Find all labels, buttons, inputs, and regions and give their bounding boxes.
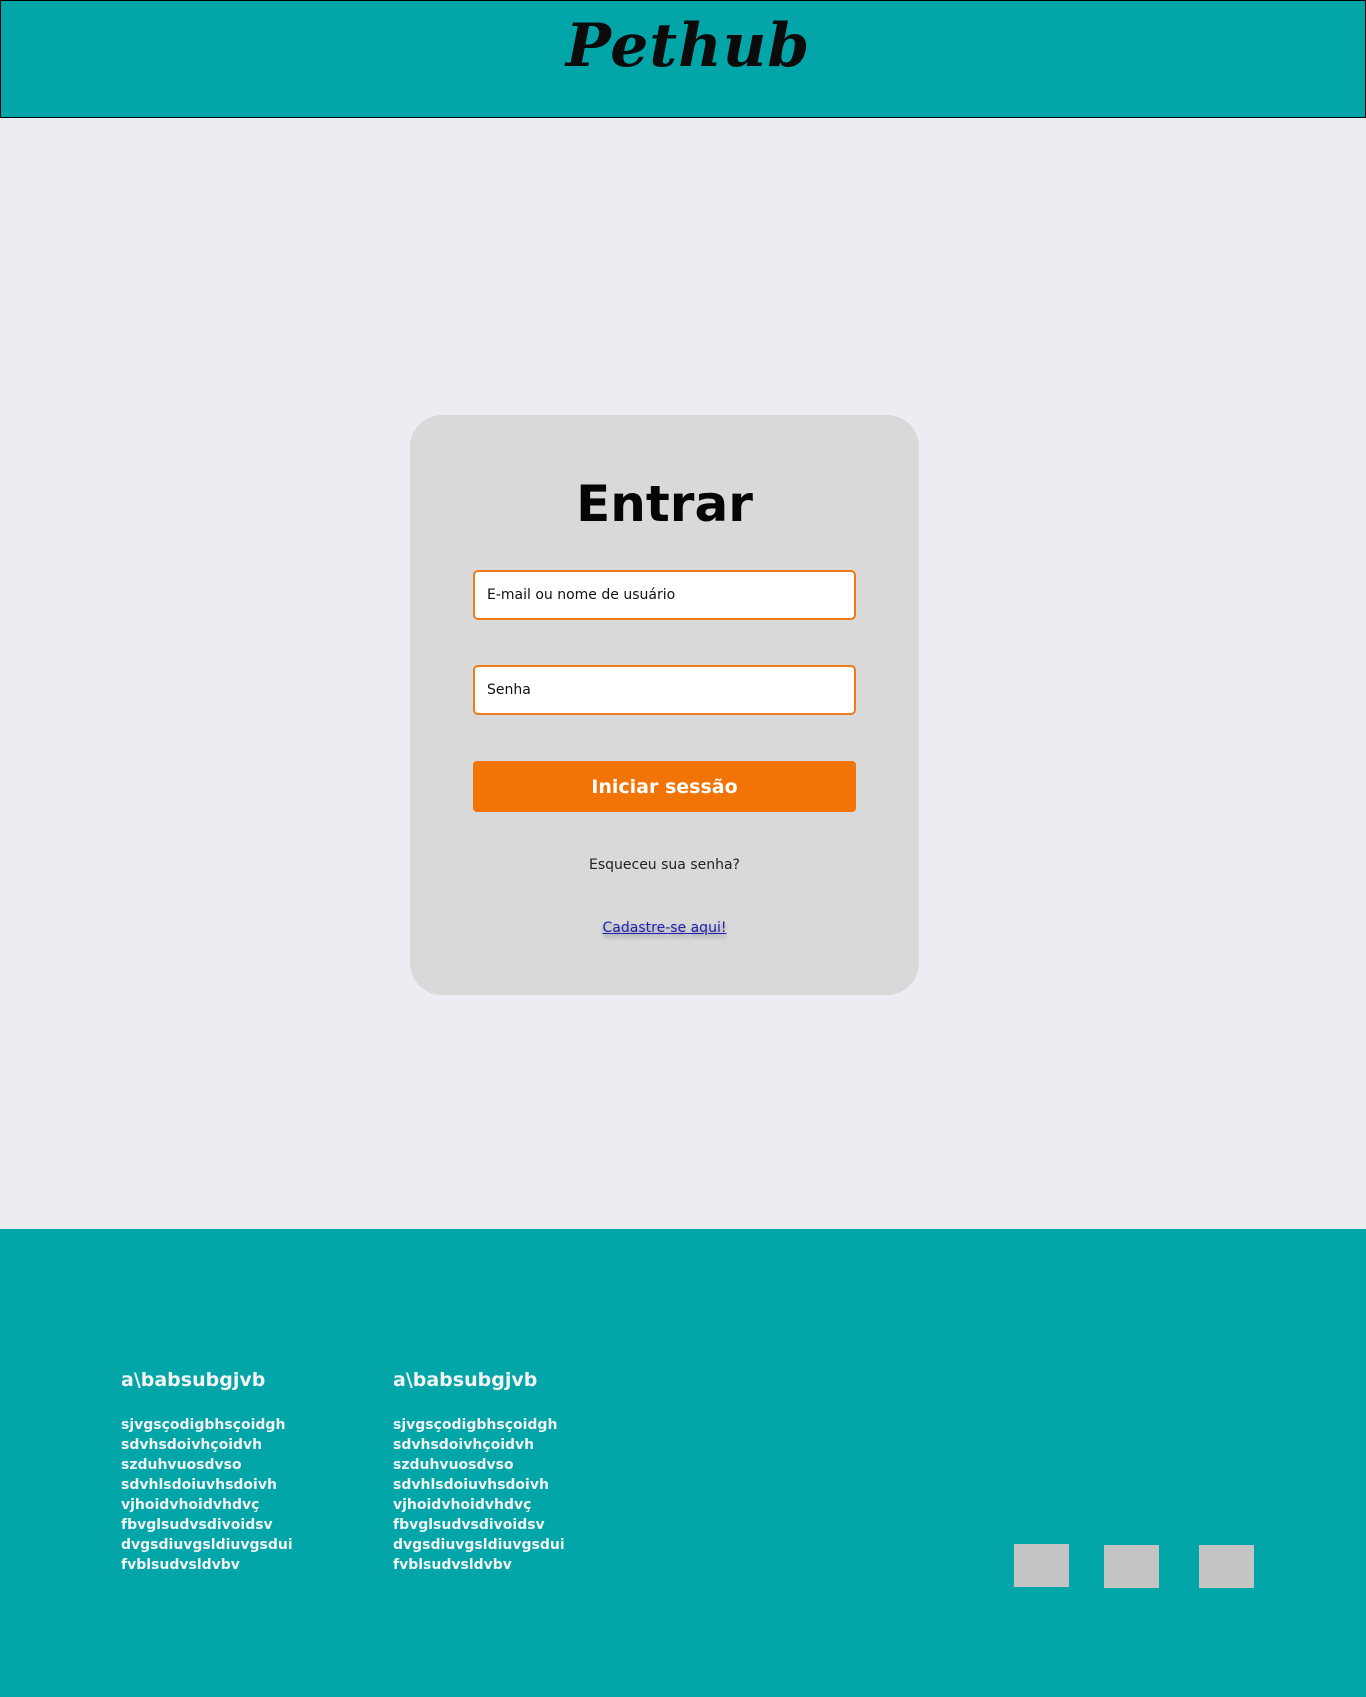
- footer-link[interactable]: fbvglsudvsdivoidsv: [393, 1515, 565, 1535]
- footer-link[interactable]: dvgsdiuvgsldiuvgsdui: [393, 1535, 565, 1555]
- login-card: Entrar Iniciar sessão Esqueceu sua senha…: [410, 415, 919, 995]
- social-placeholder-icon[interactable]: [1199, 1545, 1254, 1588]
- social-placeholder-icon[interactable]: [1014, 1544, 1069, 1587]
- login-button[interactable]: Iniciar sessão: [473, 761, 856, 812]
- email-username-input[interactable]: [473, 570, 856, 620]
- footer-link[interactable]: fvblsudvsldvbv: [393, 1555, 565, 1575]
- footer-link[interactable]: fbvglsudvsdivoidsv: [121, 1515, 293, 1535]
- footer-column-2: a\babsubgjvb sjvgsçodigbhsçoidgh sdvhsdo…: [393, 1369, 565, 1575]
- footer-link[interactable]: szduhvuosdvso: [393, 1455, 565, 1475]
- footer-column-heading: a\babsubgjvb: [393, 1369, 538, 1391]
- footer-link[interactable]: vjhoidvhoidvhdvç: [121, 1495, 293, 1515]
- footer-column-heading: a\babsubgjvb: [121, 1369, 266, 1391]
- footer-link[interactable]: sdvhlsdoiuvhsdoivh: [393, 1475, 565, 1495]
- site-header: Pethub: [0, 0, 1366, 118]
- footer-link-list: sjvgsçodigbhsçoidgh sdvhsdoivhçoidvh szd…: [393, 1415, 565, 1575]
- social-placeholder-icon[interactable]: [1104, 1545, 1159, 1588]
- password-input[interactable]: [473, 665, 856, 715]
- login-title: Entrar: [576, 475, 753, 533]
- site-footer: a\babsubgjvb sjvgsçodigbhsçoidgh sdvhsdo…: [0, 1229, 1366, 1697]
- footer-link-list: sjvgsçodigbhsçoidgh sdvhsdoivhçoidvh szd…: [121, 1415, 293, 1575]
- footer-link[interactable]: vjhoidvhoidvhdvç: [393, 1495, 565, 1515]
- footer-link[interactable]: sdvhsdoivhçoidvh: [393, 1435, 565, 1455]
- main-content: Entrar Iniciar sessão Esqueceu sua senha…: [0, 118, 1366, 1229]
- signup-link[interactable]: Cadastre-se aqui!: [603, 920, 727, 936]
- footer-link[interactable]: sdvhlsdoiuvhsdoivh: [121, 1475, 293, 1495]
- footer-link[interactable]: sjvgsçodigbhsçoidgh: [393, 1415, 565, 1435]
- footer-link[interactable]: sdvhsdoivhçoidvh: [121, 1435, 293, 1455]
- logo[interactable]: Pethub: [1, 11, 1365, 81]
- footer-link[interactable]: dvgsdiuvgsldiuvgsdui: [121, 1535, 293, 1555]
- footer-column-1: a\babsubgjvb sjvgsçodigbhsçoidgh sdvhsdo…: [121, 1369, 293, 1575]
- footer-link[interactable]: sjvgsçodigbhsçoidgh: [121, 1415, 293, 1435]
- footer-link[interactable]: szduhvuosdvso: [121, 1455, 293, 1475]
- forgot-password-link[interactable]: Esqueceu sua senha?: [410, 857, 919, 873]
- footer-link[interactable]: fvblsudvsldvbv: [121, 1555, 293, 1575]
- signup-container: Cadastre-se aqui!: [410, 920, 919, 936]
